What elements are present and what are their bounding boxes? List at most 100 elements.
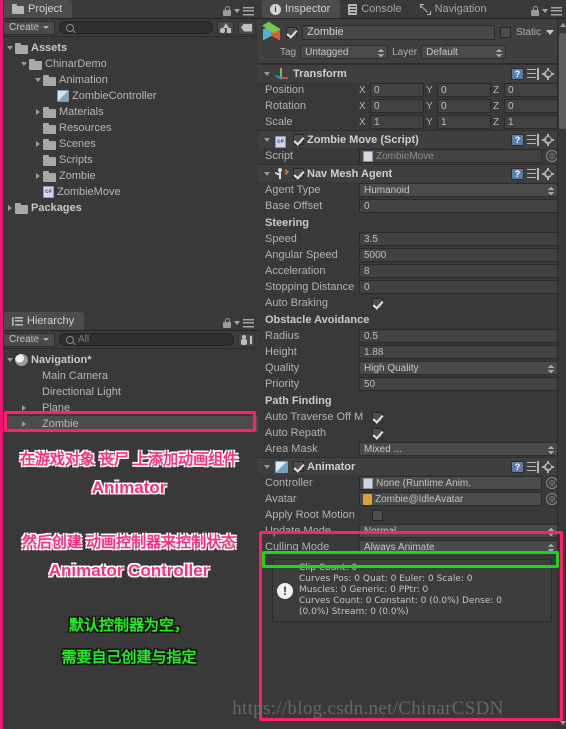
property-dropdown[interactable]: High Quality xyxy=(359,361,558,375)
tab-project[interactable]: Project xyxy=(4,0,73,18)
preset-icon[interactable] xyxy=(527,167,539,180)
tree-item[interactable]: Animation xyxy=(0,72,258,88)
chevron-down-icon[interactable] xyxy=(234,9,240,13)
tab-navigation[interactable]: Navigation xyxy=(412,0,497,18)
create-button[interactable]: Create xyxy=(3,20,56,35)
property-input[interactable]: 5000 xyxy=(359,248,558,262)
help-icon[interactable]: ? xyxy=(511,133,524,146)
lock-icon[interactable] xyxy=(223,6,231,16)
help-icon[interactable]: ? xyxy=(511,167,524,180)
chevron-down-icon[interactable] xyxy=(32,75,43,86)
axis-input-x[interactable]: 1 xyxy=(370,115,424,129)
property-dropdown[interactable]: Always Animate xyxy=(359,540,558,554)
property-input[interactable]: 50 xyxy=(359,377,558,391)
hierarchy-search-input[interactable]: All xyxy=(59,333,234,346)
component-foldout-icon[interactable] xyxy=(261,461,272,472)
menu-icon[interactable] xyxy=(551,6,562,16)
tree-item[interactable]: Main Camera xyxy=(0,368,258,384)
tag-dropdown[interactable]: Untagged xyxy=(300,45,389,59)
preset-icon[interactable] xyxy=(527,67,539,80)
component-foldout-icon[interactable] xyxy=(261,134,272,145)
tree-item[interactable]: Assets xyxy=(0,40,258,56)
tab-console[interactable]: Console xyxy=(340,0,411,18)
component-foldout-icon[interactable] xyxy=(261,168,272,179)
property-input[interactable]: 0.5 xyxy=(359,329,558,343)
axis-input-y[interactable]: 0 xyxy=(437,83,491,97)
component-header[interactable]: Animator? xyxy=(258,458,558,475)
property-input[interactable]: 8 xyxy=(359,264,558,278)
component-enabled-checkbox[interactable] xyxy=(293,461,304,472)
property-dropdown[interactable]: Humanoid xyxy=(359,183,558,197)
property-input[interactable]: 1.88 xyxy=(359,345,558,359)
game-object-name-input[interactable]: Zombie xyxy=(302,24,495,40)
static-checkbox[interactable] xyxy=(499,26,511,38)
avatar-filter-icon[interactable] xyxy=(238,332,255,347)
chevron-right-icon[interactable] xyxy=(32,171,43,182)
inspector-scrollbar[interactable] xyxy=(557,19,566,729)
tree-item[interactable]: Materials xyxy=(0,104,258,120)
lock-icon[interactable] xyxy=(223,318,231,328)
object-reference-field[interactable]: ZombieMove xyxy=(359,149,542,163)
menu-icon[interactable] xyxy=(243,6,254,16)
help-icon[interactable]: ? xyxy=(511,460,524,473)
filter-by-type-icon[interactable] xyxy=(217,20,234,35)
scrollbar-thumb[interactable] xyxy=(559,33,566,129)
tree-item[interactable]: Zombie xyxy=(0,416,258,432)
property-checkbox[interactable] xyxy=(372,427,383,439)
component-foldout-icon[interactable] xyxy=(261,68,272,79)
tree-item[interactable]: ZombieController xyxy=(0,88,258,104)
tree-item[interactable]: Navigation* xyxy=(0,352,258,368)
tree-item[interactable]: Scripts xyxy=(0,152,258,168)
tree-item[interactable]: Plane xyxy=(0,400,258,416)
property-input[interactable]: 0 xyxy=(359,280,558,294)
chevron-down-icon[interactable] xyxy=(18,59,29,70)
chevron-right-icon[interactable] xyxy=(32,107,43,118)
scroll-down-icon[interactable] xyxy=(559,719,566,727)
axis-input-y[interactable]: 0 xyxy=(437,99,491,113)
axis-input-x[interactable]: 0 xyxy=(370,99,424,113)
axis-input-z[interactable]: 0 xyxy=(504,83,558,97)
property-input[interactable]: 0 xyxy=(359,199,558,213)
static-dropdown-icon[interactable] xyxy=(546,29,554,35)
gear-icon[interactable] xyxy=(542,460,554,473)
component-header[interactable]: c# Zombie Move (Script)? xyxy=(258,131,558,148)
gear-icon[interactable] xyxy=(542,67,554,80)
tree-item[interactable]: Resources xyxy=(0,120,258,136)
tree-item[interactable]: Zombie xyxy=(0,168,258,184)
tree-item[interactable]: Directional Light xyxy=(0,384,258,400)
game-object-enabled-checkbox[interactable] xyxy=(286,26,297,38)
chevron-right-icon[interactable] xyxy=(4,203,15,214)
project-search-input[interactable] xyxy=(59,21,213,34)
component-header[interactable]: Nav Mesh Agent? xyxy=(258,165,558,182)
chevron-down-icon[interactable] xyxy=(234,321,240,325)
component-header[interactable]: Transform? xyxy=(258,65,558,82)
filter-by-label-icon[interactable] xyxy=(238,20,255,35)
chevron-right-icon[interactable] xyxy=(18,419,29,430)
preset-icon[interactable] xyxy=(527,460,539,473)
menu-icon[interactable] xyxy=(243,318,254,328)
chevron-right-icon[interactable] xyxy=(32,139,43,150)
component-enabled-checkbox[interactable] xyxy=(293,134,304,145)
tree-item[interactable]: ChinarDemo xyxy=(0,56,258,72)
tree-item[interactable]: Scenes xyxy=(0,136,258,152)
chevron-down-icon[interactable] xyxy=(542,9,548,13)
property-input[interactable]: 3.5 xyxy=(359,232,558,246)
property-checkbox[interactable] xyxy=(372,297,383,309)
property-dropdown[interactable]: Normal xyxy=(359,524,558,538)
lock-icon[interactable] xyxy=(531,6,539,16)
axis-input-y[interactable]: 1 xyxy=(437,115,491,129)
help-icon[interactable]: ? xyxy=(511,67,524,80)
chevron-right-icon[interactable] xyxy=(18,403,29,414)
gear-icon[interactable] xyxy=(542,167,554,180)
object-reference-field[interactable]: Zombie@IdleAvatar xyxy=(359,492,542,506)
property-checkbox[interactable] xyxy=(372,509,383,521)
property-checkbox[interactable] xyxy=(372,411,383,423)
axis-input-z[interactable]: 1 xyxy=(504,115,558,129)
component-enabled-checkbox[interactable] xyxy=(293,168,304,179)
axis-input-x[interactable]: 0 xyxy=(370,83,424,97)
preset-icon[interactable] xyxy=(527,133,539,146)
create-button[interactable]: Create xyxy=(3,332,56,347)
tree-item[interactable]: c# ZombieMove xyxy=(0,184,258,200)
tab-inspector[interactable]: i Inspector xyxy=(262,0,341,18)
chevron-down-icon[interactable] xyxy=(4,43,15,54)
